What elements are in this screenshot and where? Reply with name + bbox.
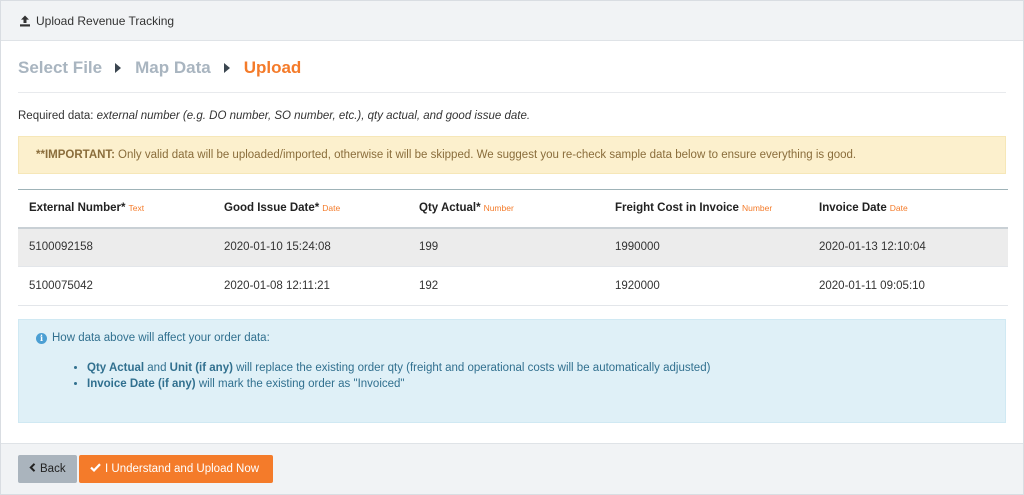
back-button[interactable]: Back xyxy=(18,455,77,483)
warning-text: Only valid data will be uploaded/importe… xyxy=(118,149,857,161)
cell-external-number: 5100075042 xyxy=(18,266,213,306)
wizard-steps: Select File Map Data Upload xyxy=(18,41,1006,93)
col-qty-actual: Qty Actual* Number xyxy=(408,189,604,229)
col-type-label: Number xyxy=(483,203,514,214)
info-heading-text: How data above will affect your order da… xyxy=(52,332,270,344)
step-map-data: Map Data xyxy=(135,57,211,77)
required-fields: external number (e.g. DO number, SO numb… xyxy=(96,110,531,122)
col-type-label: Date xyxy=(322,203,341,214)
table-header-row: External Number* Text Good Issue Date* Dat… xyxy=(18,189,1008,229)
info-box: i How data above will affect your order … xyxy=(18,319,1006,423)
chevron-left-icon xyxy=(29,463,36,475)
info-heading: i How data above will affect your order … xyxy=(36,332,988,344)
cell-good-issue-date: 2020-01-10 15:24:08 xyxy=(213,227,408,267)
cell-invoice-date: 2020-01-13 12:10:04 xyxy=(808,227,1008,267)
upload-now-button[interactable]: I Understand and Upload Now xyxy=(79,455,273,483)
cell-good-issue-date: 2020-01-08 12:11:21 xyxy=(213,266,408,306)
required-prefix: Required data: xyxy=(18,110,97,122)
table-row: 5100092158 2020-01-10 15:24:08 199 19900… xyxy=(18,227,1008,267)
col-external-number: External Number* Text xyxy=(18,189,213,229)
col-type-label: Text xyxy=(128,203,145,214)
cell-freight-cost: 1990000 xyxy=(604,227,808,267)
table-row: 5100075042 2020-01-08 12:11:21 192 19200… xyxy=(18,266,1008,306)
modal-footer: Back I Understand and Upload Now xyxy=(1,443,1023,494)
list-item: Qty Actual and Unit (if any) will replac… xyxy=(87,360,988,376)
info-list: Qty Actual and Unit (if any) will replac… xyxy=(36,360,988,392)
cell-qty-actual: 192 xyxy=(408,266,604,306)
check-icon xyxy=(90,463,101,475)
cell-freight-cost: 1920000 xyxy=(604,266,808,306)
col-type-label: Date xyxy=(889,203,908,214)
modal-title: Upload Revenue Tracking xyxy=(36,13,175,28)
upload-icon xyxy=(19,15,31,27)
back-label: Back xyxy=(40,463,66,475)
step-select-file: Select File xyxy=(18,57,103,77)
cell-external-number: 5100092158 xyxy=(18,227,213,267)
col-type-label: Number xyxy=(741,203,773,214)
cell-qty-actual: 199 xyxy=(408,227,604,267)
step-arrow-icon xyxy=(115,62,122,73)
warning-strong: **IMPORTANT: xyxy=(36,149,116,161)
upload-modal: Upload Revenue Tracking Select File Map … xyxy=(0,0,1024,495)
cell-invoice-date: 2020-01-11 09:05:10 xyxy=(808,266,1008,306)
upload-label: I Understand and Upload Now xyxy=(105,463,260,475)
important-warning: **IMPORTANT: Only valid data will be upl… xyxy=(18,136,1006,174)
col-invoice-date: Invoice Date Date xyxy=(808,189,1008,229)
modal-header: Upload Revenue Tracking xyxy=(1,1,1023,41)
modal-body: Select File Map Data Upload Required dat… xyxy=(1,41,1023,423)
col-freight-cost: Freight Cost in Invoice Number xyxy=(604,189,808,229)
list-item: Invoice Date (if any) will mark the exis… xyxy=(87,376,988,392)
col-good-issue-date: Good Issue Date* Date xyxy=(213,189,408,229)
info-icon: i xyxy=(36,332,47,344)
step-arrow-icon xyxy=(223,62,230,73)
preview-table: External Number* Text Good Issue Date* Dat… xyxy=(18,189,1008,306)
step-upload: Upload xyxy=(243,57,302,77)
required-data-note: Required data: external number (e.g. DO … xyxy=(18,108,1006,124)
